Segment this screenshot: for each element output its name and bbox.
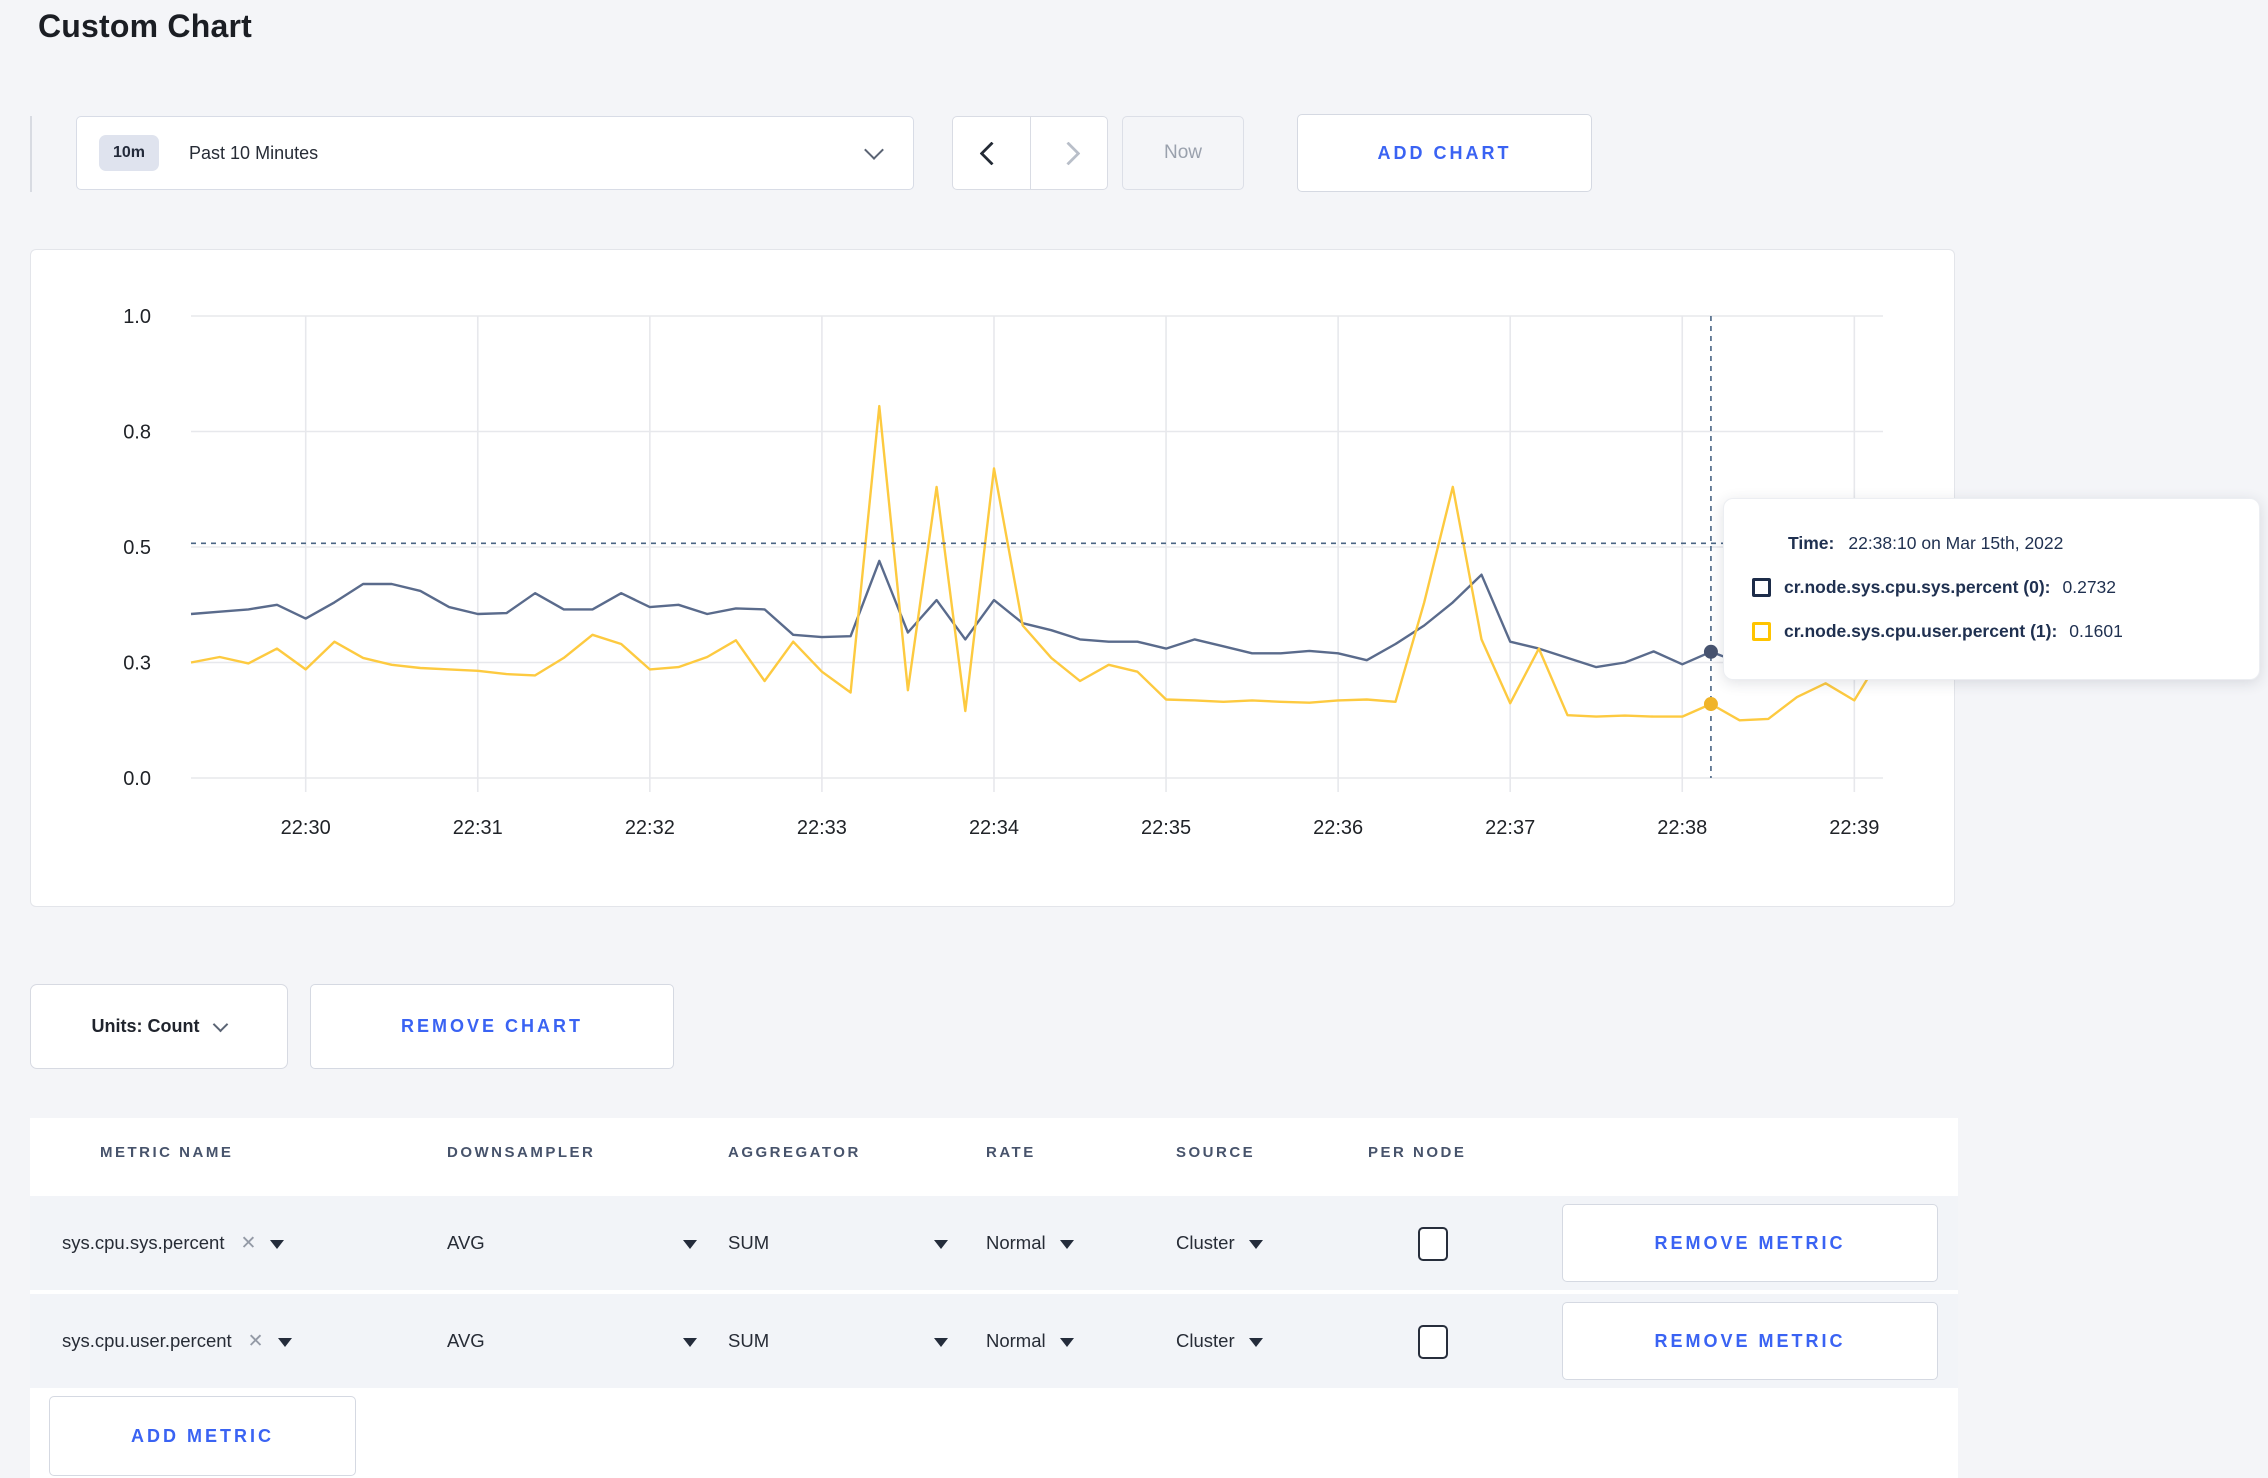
caret-down-icon xyxy=(1248,1240,1263,1249)
header-aggregator: AGGREGATOR xyxy=(728,1144,861,1161)
rate-dropdown[interactable]: Normal xyxy=(986,1294,1074,1388)
time-range-badge: 10m xyxy=(99,135,160,171)
x-axis-tick-label: 22:33 xyxy=(797,817,847,839)
add-metric-button[interactable]: ADD METRIC xyxy=(49,1396,356,1476)
prev-time-button[interactable] xyxy=(953,117,1030,189)
per-node-checkbox[interactable] xyxy=(1418,1325,1448,1359)
header-rate: RATE xyxy=(986,1144,1036,1161)
tooltip-series-sys-value: 0.2732 xyxy=(2062,576,2117,597)
caret-down-icon xyxy=(1059,1338,1074,1347)
header-metric-name: METRIC NAME xyxy=(100,1144,234,1161)
caret-down-icon xyxy=(683,1240,697,1249)
clear-metric-icon[interactable]: ✕ xyxy=(248,1330,264,1353)
chevron-down-icon xyxy=(213,1016,229,1033)
chart-grid: 0.0 0.3 0.5 0.8 1.0 22:30 22:31 22:32 22:33 22:34… xyxy=(123,306,1883,839)
time-range-label: Past 10 Minutes xyxy=(189,142,319,163)
downsampler-dropdown[interactable]: AVG xyxy=(447,1294,697,1388)
chevron-right-icon xyxy=(1056,140,1081,166)
time-step-buttons xyxy=(952,116,1108,190)
metric-name-dropdown[interactable]: sys.cpu.user.percent ✕ xyxy=(62,1294,292,1388)
metric-name-value: sys.cpu.sys.percent xyxy=(62,1232,225,1253)
tooltip-series-user-label: cr.node.sys.cpu.user.percent (1): xyxy=(1784,620,2058,641)
x-axis-tick-label: 22:37 xyxy=(1485,817,1535,839)
rate-value: Normal xyxy=(986,1330,1046,1351)
hover-point-1 xyxy=(1703,697,1718,712)
y-axis-tick-label: 1.0 xyxy=(123,306,151,328)
caret-down-icon xyxy=(934,1240,948,1249)
downsampler-value: AVG xyxy=(447,1330,485,1351)
rate-dropdown[interactable]: Normal xyxy=(986,1196,1074,1290)
chart-hover-tooltip: Time: 22:38:10 on Mar 15th, 2022 cr.node… xyxy=(1723,498,2260,680)
hover-point-0 xyxy=(1703,644,1718,659)
source-value: Cluster xyxy=(1176,1330,1235,1351)
y-axis-tick-label: 0.0 xyxy=(123,768,151,790)
metric-name-dropdown[interactable]: sys.cpu.sys.percent ✕ xyxy=(62,1196,285,1290)
caret-down-icon xyxy=(1059,1240,1074,1249)
time-range-selector[interactable]: 10m Past 10 Minutes xyxy=(76,116,914,190)
series-line-0 xyxy=(190,559,1884,669)
clear-metric-icon[interactable]: ✕ xyxy=(240,1232,256,1255)
series-sys-swatch-icon xyxy=(1752,577,1771,597)
x-axis-tick-label: 22:36 xyxy=(1313,817,1363,839)
x-axis-tick-label: 22:30 xyxy=(281,817,331,839)
chevron-left-icon xyxy=(979,140,1004,166)
remove-metric-button[interactable]: REMOVE METRIC xyxy=(1562,1302,1938,1380)
x-axis-tick-label: 22:31 xyxy=(453,817,503,839)
tooltip-series-sys-label: cr.node.sys.cpu.sys.percent (0): xyxy=(1784,576,2051,597)
tooltip-series-user-value: 0.1601 xyxy=(2069,620,2123,641)
chart-card: 0.0 0.3 0.5 0.8 1.0 22:30 22:31 22:32 22:33 22:34… xyxy=(30,249,1955,907)
series-line-1 xyxy=(190,404,1885,722)
tooltip-time-label: Time: xyxy=(1788,532,1835,553)
chevron-down-icon xyxy=(864,140,884,160)
metrics-table-header: METRIC NAME DOWNSAMPLER AGGREGATOR RATE … xyxy=(30,1118,1958,1196)
metric-row: sys.cpu.sys.percent ✕ AVG SUM Normal Clu… xyxy=(30,1196,1958,1290)
header-downsampler: DOWNSAMPLER xyxy=(447,1144,596,1161)
aggregator-value: SUM xyxy=(728,1232,770,1253)
metric-row: sys.cpu.user.percent ✕ AVG SUM Normal Cl… xyxy=(30,1294,1958,1388)
next-time-button[interactable] xyxy=(1029,117,1108,189)
remove-metric-button[interactable]: REMOVE METRIC xyxy=(1562,1204,1938,1282)
header-source: SOURCE xyxy=(1176,1144,1256,1161)
x-axis-tick-label: 22:39 xyxy=(1829,817,1879,839)
tooltip-time-value: 22:38:10 on Mar 15th, 2022 xyxy=(1848,532,2064,553)
rate-value: Normal xyxy=(986,1232,1046,1253)
y-axis-tick-label: 0.8 xyxy=(123,422,151,444)
series-user-swatch-icon xyxy=(1752,621,1771,641)
caret-down-icon xyxy=(1248,1338,1263,1347)
remove-chart-button[interactable]: REMOVE CHART xyxy=(310,984,674,1069)
metric-name-value: sys.cpu.user.percent xyxy=(62,1330,232,1351)
x-axis-tick-label: 22:32 xyxy=(625,817,675,839)
y-axis-tick-label: 0.3 xyxy=(123,653,151,675)
downsampler-value: AVG xyxy=(447,1232,485,1253)
x-axis-tick-label: 22:38 xyxy=(1657,817,1707,839)
aggregator-dropdown[interactable]: SUM xyxy=(728,1294,948,1388)
toolbar-divider xyxy=(30,116,32,192)
add-chart-button[interactable]: ADD CHART xyxy=(1297,114,1592,192)
per-node-checkbox[interactable] xyxy=(1418,1227,1448,1261)
x-axis-tick-label: 22:35 xyxy=(1141,817,1191,839)
units-label: Units: Count xyxy=(91,1016,200,1036)
x-axis-tick-label: 22:34 xyxy=(969,817,1019,839)
units-dropdown[interactable]: Units: Count xyxy=(30,984,288,1069)
custom-chart-page: Custom Chart 10m Past 10 Minutes Now ADD… xyxy=(0,0,2268,1478)
caret-down-icon xyxy=(683,1338,697,1347)
y-axis-tick-label: 0.5 xyxy=(123,537,151,559)
page-title: Custom Chart xyxy=(38,8,252,44)
header-per-node: PER NODE xyxy=(1368,1144,1467,1161)
downsampler-dropdown[interactable]: AVG xyxy=(447,1196,697,1290)
caret-down-icon xyxy=(934,1338,948,1347)
caret-down-icon xyxy=(277,1338,292,1347)
aggregator-dropdown[interactable]: SUM xyxy=(728,1196,948,1290)
chart-plot-area[interactable]: 0.0 0.3 0.5 0.8 1.0 22:30 22:31 22:32 22:33 22:34… xyxy=(31,250,1954,906)
source-dropdown[interactable]: Cluster xyxy=(1176,1196,1263,1290)
caret-down-icon xyxy=(270,1240,285,1249)
now-button[interactable]: Now xyxy=(1122,116,1244,190)
source-value: Cluster xyxy=(1176,1232,1235,1253)
aggregator-value: SUM xyxy=(728,1330,770,1351)
source-dropdown[interactable]: Cluster xyxy=(1176,1294,1263,1388)
